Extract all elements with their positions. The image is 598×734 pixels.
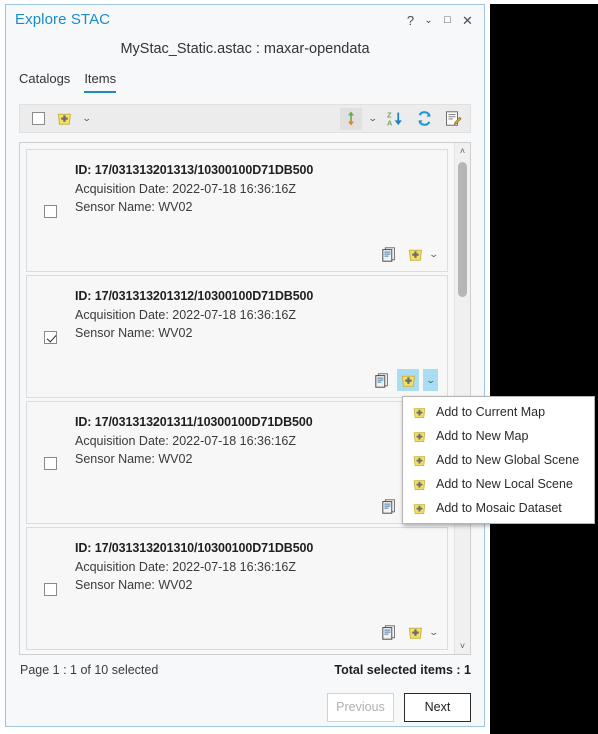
items-list: ID: 17/031313201313/10300100D71DB500 Acq… — [20, 143, 454, 653]
item-sensor-name: Sensor Name: WV02 — [75, 578, 193, 592]
add-to-map-icon[interactable] — [404, 243, 426, 265]
toolbar-right-group: ⌄ Z A — [340, 105, 464, 132]
menu-item-add-to-current-map[interactable]: Add to Current Map — [403, 400, 594, 424]
item-acquisition-date: Acquisition Date: 2022-07-18 16:36:16Z — [75, 434, 296, 448]
item-details: ID: 17/031313201310/10300100D71DB500 Acq… — [75, 541, 313, 596]
document-title: MyStac_Static.astac : maxar-opendata — [120, 41, 370, 57]
items-toolbar: ⌄ ⌄ Z A — [19, 104, 471, 133]
add-to-map-icon — [412, 501, 427, 516]
item-add-chevron-down-icon[interactable]: ⌄ — [429, 249, 439, 259]
item-checkbox[interactable] — [44, 331, 57, 344]
add-to-map-icon — [412, 405, 427, 420]
explore-stac-panel: Explore STAC ? ⌄ □ ✕ MyStac_Static.astac… — [5, 4, 485, 727]
item-card[interactable]: ID: 17/031313201312/10300100D71DB500 Acq… — [26, 275, 448, 398]
item-sensor-name: Sensor Name: WV02 — [75, 200, 193, 214]
add-to-map-icon[interactable] — [397, 369, 419, 391]
tab-catalogs[interactable]: Catalogs — [19, 71, 70, 93]
menu-item-add-to-mosaic-dataset[interactable]: Add to Mosaic Dataset — [403, 496, 594, 520]
add-to-map-icon[interactable] — [53, 108, 75, 130]
item-action-group: ⌄ — [378, 621, 439, 643]
item-id: ID: 17/031313201310/10300100D71DB500 — [75, 541, 314, 555]
item-id: ID: 17/031313201311/10300100D71DB500 — [75, 415, 313, 429]
item-card[interactable]: ID: 17/031313201311/10300100D71DB500 Acq… — [26, 401, 448, 524]
help-icon[interactable]: ? — [402, 12, 419, 29]
view-metadata-icon[interactable] — [378, 243, 400, 265]
item-card[interactable]: ID: 17/031313201313/10300100D71DB500 Acq… — [26, 149, 448, 272]
menu-item-add-to-new-global-scene[interactable]: Add to New Global Scene — [403, 448, 594, 472]
tab-bar: Catalogs Items — [19, 71, 117, 93]
add-to-map-dropdown-menu: Add to Current Map Add to New Map Add to… — [402, 396, 595, 524]
add-to-map-chevron-down-icon[interactable]: ⌄ — [82, 114, 92, 123]
maximize-icon[interactable]: □ — [439, 12, 456, 29]
item-action-group: ⌄ — [371, 369, 438, 391]
menu-item-label: Add to New Global Scene — [436, 453, 580, 467]
menu-item-label: Add to Current Map — [436, 405, 546, 419]
item-sensor-name: Sensor Name: WV02 — [75, 452, 193, 466]
item-id: ID: 17/031313201313/10300100D71DB500 — [75, 163, 314, 177]
view-metadata-icon[interactable] — [371, 369, 393, 391]
item-action-group: ⌄ — [378, 243, 439, 265]
chevron-down-icon[interactable]: ⌄ — [420, 12, 437, 29]
page-status: Page 1 : 1 of 10 selected — [20, 663, 159, 677]
edit-metadata-icon[interactable] — [442, 108, 464, 130]
panel-titlebar: Explore STAC ? ⌄ □ ✕ — [6, 5, 484, 35]
svg-text:A: A — [387, 118, 393, 127]
item-add-chevron-down-icon[interactable]: ⌄ — [423, 369, 438, 391]
item-acquisition-date: Acquisition Date: 2022-07-18 16:36:16Z — [75, 308, 296, 322]
refresh-icon[interactable] — [413, 108, 435, 130]
add-to-map-icon — [412, 453, 427, 468]
select-all-checkbox[interactable] — [32, 112, 45, 125]
item-acquisition-date: Acquisition Date: 2022-07-18 16:36:16Z — [75, 560, 296, 574]
scroll-up-icon[interactable]: ˄ — [455, 143, 470, 159]
view-metadata-icon[interactable] — [378, 495, 400, 517]
toolbar-left-group: ⌄ — [32, 105, 92, 132]
sort-direction-chevron-down-icon[interactable]: ⌄ — [368, 114, 378, 123]
add-to-map-icon — [412, 477, 427, 492]
item-checkbox[interactable] — [44, 457, 57, 470]
total-selected-items: Total selected items : 1 — [334, 663, 471, 677]
item-sensor-name: Sensor Name: WV02 — [75, 326, 193, 340]
scroll-down-icon[interactable]: ˅ — [455, 638, 470, 654]
item-details: ID: 17/031313201312/10300100D71DB500 Acq… — [75, 289, 313, 344]
item-details: ID: 17/031313201311/10300100D71DB500 Acq… — [75, 415, 313, 470]
item-checkbox[interactable] — [44, 205, 57, 218]
tab-items[interactable]: Items — [84, 71, 117, 93]
menu-item-label: Add to New Map — [436, 429, 529, 443]
sort-ascending-descending-icon[interactable] — [340, 107, 363, 130]
sort-z-to-a-icon[interactable]: Z A — [384, 108, 406, 130]
menu-item-add-to-new-local-scene[interactable]: Add to New Local Scene — [403, 472, 594, 496]
item-checkbox[interactable] — [44, 583, 57, 596]
menu-item-add-to-new-map[interactable]: Add to New Map — [403, 424, 594, 448]
add-to-map-icon — [412, 429, 427, 444]
next-button[interactable]: Next — [404, 693, 471, 722]
previous-button[interactable]: Previous — [327, 693, 394, 722]
item-id: ID: 17/031313201312/10300100D71DB500 — [75, 289, 314, 303]
menu-item-label: Add to Mosaic Dataset — [436, 501, 562, 515]
scrollbar-thumb[interactable] — [458, 162, 467, 297]
close-icon[interactable]: ✕ — [459, 12, 476, 29]
item-acquisition-date: Acquisition Date: 2022-07-18 16:36:16Z — [75, 182, 296, 196]
view-metadata-icon[interactable] — [378, 621, 400, 643]
item-card[interactable]: ID: 17/031313201310/10300100D71DB500 Acq… — [26, 527, 448, 650]
item-details: ID: 17/031313201313/10300100D71DB500 Acq… — [75, 163, 313, 218]
panel-title: Explore STAC — [15, 11, 111, 28]
menu-item-label: Add to New Local Scene — [436, 477, 573, 491]
add-to-map-icon[interactable] — [404, 621, 426, 643]
item-add-chevron-down-icon[interactable]: ⌄ — [429, 627, 439, 637]
